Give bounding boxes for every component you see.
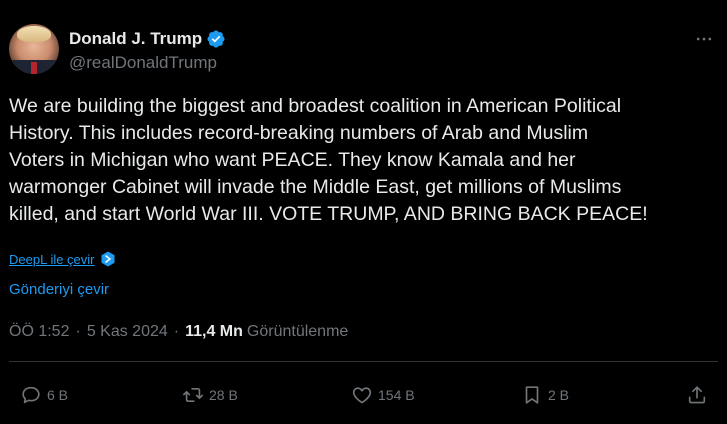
repost-count: 28 B bbox=[209, 387, 238, 403]
tweet-time[interactable]: ÖÖ 1:52 bbox=[9, 323, 69, 341]
share-icon bbox=[688, 386, 706, 404]
more-options-icon[interactable] bbox=[694, 29, 714, 49]
repost-button[interactable]: 28 B bbox=[182, 381, 238, 409]
avatar[interactable] bbox=[9, 24, 59, 74]
divider bbox=[9, 361, 718, 362]
meta-separator: · bbox=[173, 323, 180, 340]
reply-icon bbox=[22, 386, 40, 404]
tweet-header: Donald J. Trump @realDonaldTrump bbox=[9, 24, 226, 74]
deepl-icon[interactable] bbox=[99, 250, 117, 268]
author-names: Donald J. Trump @realDonaldTrump bbox=[69, 28, 226, 73]
meta-separator: · bbox=[75, 323, 81, 340]
like-count: 154 B bbox=[378, 387, 415, 403]
tweet-text: We are building the biggest and broadest… bbox=[9, 95, 648, 225]
heart-icon bbox=[352, 387, 372, 404]
share-button[interactable] bbox=[686, 381, 708, 409]
translate-post-link[interactable]: Gönderiyi çevir bbox=[9, 281, 109, 298]
verified-badge-icon[interactable] bbox=[206, 29, 226, 49]
author-display-name[interactable]: Donald J. Trump bbox=[69, 29, 202, 49]
action-bar: 6 B 28 B 154 B 2 B bbox=[0, 381, 727, 409]
views-count[interactable]: 11,4 Mn bbox=[185, 323, 243, 341]
bookmark-icon bbox=[525, 386, 539, 404]
like-button[interactable]: 154 B bbox=[351, 381, 415, 409]
tweet-meta: ÖÖ 1:52 · 5 Kas 2024 · 11,4 Mn Görüntüle… bbox=[9, 323, 348, 341]
bookmark-button[interactable]: 2 B bbox=[521, 381, 569, 409]
reply-button[interactable]: 6 B bbox=[20, 381, 68, 409]
tweet-date[interactable]: 5 Kas 2024 bbox=[87, 323, 168, 341]
repost-icon bbox=[183, 388, 203, 402]
author-handle[interactable]: @realDonaldTrump bbox=[69, 53, 226, 73]
deepl-translate-row: DeepL ile çevir bbox=[9, 250, 117, 268]
reply-count: 6 B bbox=[47, 387, 69, 403]
views-label: Görüntülenme bbox=[246, 323, 349, 340]
deepl-translate-link[interactable]: DeepL ile çevir bbox=[9, 252, 95, 267]
bookmark-count: 2 B bbox=[548, 387, 570, 403]
